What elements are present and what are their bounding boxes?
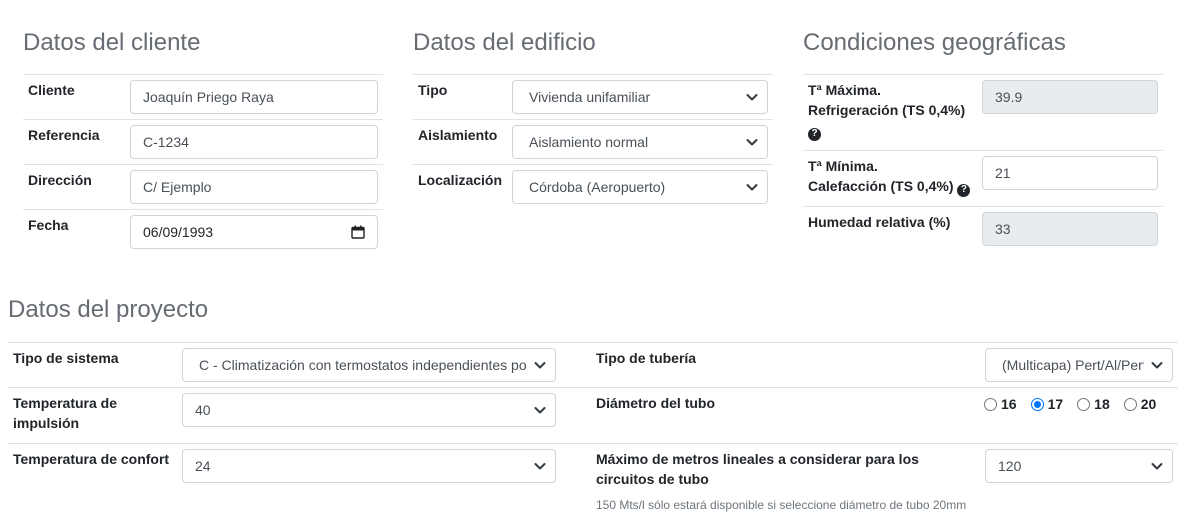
humedad-input: 33	[982, 212, 1158, 246]
divider	[23, 209, 383, 210]
divider	[803, 74, 1163, 75]
tipo-select[interactable]: Vivienda unifamiliar	[512, 80, 768, 114]
confort-select-value: 24	[195, 458, 211, 474]
chevron-down-icon	[746, 139, 758, 146]
section-title-proyecto: Datos del proyecto	[8, 296, 209, 323]
divider	[8, 443, 1178, 444]
cliente-input[interactable]: Joaquín Priego Raya	[130, 80, 378, 114]
tmin-input-value: 21	[995, 165, 1011, 181]
confort-select[interactable]: 24	[182, 449, 556, 483]
label-impulsion: Temperatura de impulsión	[13, 393, 117, 433]
label-tuberia: Tipo de tubería	[596, 350, 697, 366]
section-title-geograficas: Condiciones geográficas	[803, 29, 1066, 56]
label-tipo: Tipo	[418, 82, 448, 98]
metros-select-value: 120	[998, 458, 1022, 474]
label-metros: Máximo de metros lineales a considerar p…	[596, 449, 919, 489]
diametro-radio-20[interactable]: 20	[1123, 396, 1157, 412]
label-referencia: Referencia	[28, 127, 100, 143]
referencia-input-value: C-1234	[143, 134, 189, 150]
tmax-input: 39.9	[982, 80, 1158, 114]
label-direccion: Dirección	[28, 172, 92, 188]
radio-button-checked[interactable]	[1030, 397, 1044, 411]
chevron-down-icon	[1151, 362, 1163, 369]
aislamiento-select-value: Aislamiento normal	[529, 134, 649, 150]
fecha-date-input[interactable]: 06/09/1993	[130, 215, 378, 249]
direccion-input-value: C/ Ejemplo	[143, 179, 212, 195]
label-tmax: Tª Máxima. Refrigeración (TS 0,4%) ?	[808, 80, 965, 141]
label-fecha: Fecha	[28, 217, 69, 233]
label-diametro: Diámetro del tubo	[596, 395, 716, 411]
localizacion-select-value: Córdoba (Aeropuerto)	[529, 179, 666, 195]
radio-button[interactable]	[1077, 397, 1091, 411]
label-metros-line2: circuitos de tubo	[596, 471, 709, 487]
humedad-input-value: 33	[995, 221, 1011, 237]
diametro-radio-17[interactable]: 17	[1030, 396, 1064, 412]
divider	[413, 164, 773, 165]
calendar-icon[interactable]	[351, 225, 365, 239]
divider	[413, 74, 773, 75]
label-cliente: Cliente	[28, 82, 75, 98]
label-tmin-line2: Calefacción (TS 0,4%)	[808, 178, 954, 194]
chevron-down-icon	[534, 407, 546, 414]
direccion-input[interactable]: C/ Ejemplo	[130, 170, 378, 204]
divider	[413, 119, 773, 120]
fecha-input-value: 06/09/1993	[143, 224, 214, 240]
chevron-down-icon	[1151, 463, 1163, 470]
metros-select[interactable]: 120	[985, 449, 1173, 483]
tipo-select-value: Vivienda unifamiliar	[529, 89, 651, 105]
label-confort: Temperatura de confort	[13, 451, 170, 467]
divider	[803, 206, 1163, 207]
label-tmin: Tª Mínima. Calefacción (TS 0,4%) ?	[808, 156, 971, 197]
label-tmax-line1: Tª Máxima.	[808, 82, 881, 98]
radio-label: 18	[1094, 396, 1110, 412]
label-tmax-line2: Refrigeración (TS 0,4%)	[808, 102, 966, 118]
section-title-edificio: Datos del edificio	[413, 29, 596, 56]
chevron-down-icon	[746, 94, 758, 101]
tmin-input[interactable]: 21	[982, 156, 1158, 190]
label-impulsion-line1: Temperatura de	[13, 395, 117, 411]
label-tmin-line1: Tª Mínima.	[808, 158, 878, 174]
impulsion-select[interactable]: 40	[182, 393, 556, 427]
question-circle-icon[interactable]: ?	[957, 183, 971, 197]
referencia-input[interactable]: C-1234	[130, 125, 378, 159]
label-aislamiento: Aislamiento	[418, 127, 498, 143]
sistema-select[interactable]: C - Climatización con termostatos indepe…	[182, 348, 556, 382]
diametro-radio-group: 16 17 18 20	[984, 396, 1156, 412]
radio-label: 20	[1140, 396, 1157, 412]
divider	[23, 74, 383, 75]
label-metros-line1: Máximo de metros lineales a considerar p…	[596, 451, 919, 467]
sistema-select-value: C - Climatización con termostatos indepe…	[199, 357, 527, 373]
impulsion-select-value: 40	[195, 402, 211, 418]
chevron-down-icon	[746, 184, 758, 191]
divider	[8, 387, 1178, 388]
tuberia-select-value: (Multicapa) Pert/Al/Pert	[1002, 357, 1144, 373]
tmax-input-value: 39.9	[995, 89, 1023, 105]
divider	[8, 342, 1178, 343]
divider	[803, 150, 1163, 151]
localizacion-select[interactable]: Córdoba (Aeropuerto)	[512, 170, 768, 204]
chevron-down-icon	[534, 463, 546, 470]
tuberia-select[interactable]: (Multicapa) Pert/Al/Pert	[985, 348, 1173, 382]
metros-help-text: 150 Mts/l sólo estará disponible si sele…	[596, 498, 967, 512]
diametro-radio-16[interactable]: 16	[984, 396, 1017, 412]
diametro-radio-18[interactable]: 18	[1077, 396, 1110, 412]
question-circle-icon[interactable]: ?	[808, 127, 821, 141]
radio-label: 16	[1001, 396, 1017, 412]
section-title-cliente: Datos del cliente	[23, 29, 201, 56]
radio-button[interactable]	[1123, 397, 1137, 411]
label-humedad: Humedad relativa (%)	[808, 214, 951, 230]
radio-button[interactable]	[984, 397, 997, 411]
label-localizacion: Localización	[418, 172, 503, 188]
label-sistema: Tipo de sistema	[13, 350, 119, 366]
radio-label: 17	[1047, 396, 1064, 412]
aislamiento-select[interactable]: Aislamiento normal	[512, 125, 768, 159]
cliente-input-value: Joaquín Priego Raya	[143, 89, 274, 105]
label-impulsion-line2: impulsión	[13, 415, 80, 431]
divider	[23, 164, 383, 165]
divider	[23, 119, 383, 120]
chevron-down-icon	[534, 362, 546, 369]
